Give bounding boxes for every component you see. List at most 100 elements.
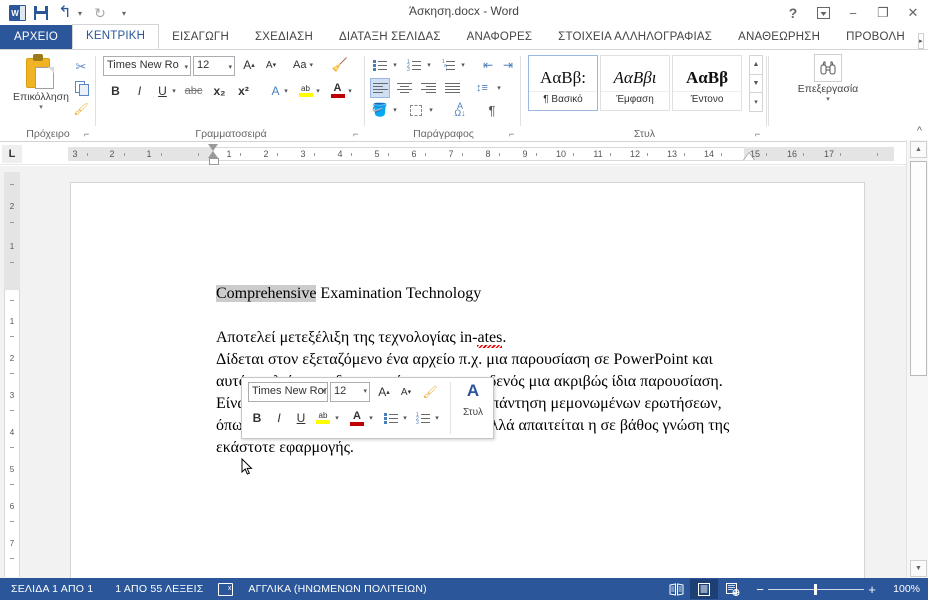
tab-references[interactable]: ΑΝΑΦΟΡΕΣ (454, 25, 546, 49)
mini-numbering-dropdown-icon[interactable]: ▾ (432, 408, 442, 428)
undo-dropdown-icon[interactable]: ▾ (78, 9, 87, 18)
paste-dropdown-icon[interactable]: ▾ (39, 104, 43, 111)
italic-button[interactable]: I (129, 80, 150, 101)
close-icon[interactable]: ✕ (898, 1, 928, 25)
mini-underline-button[interactable]: U (292, 408, 310, 428)
mini-highlight-button[interactable]: ab (314, 408, 332, 428)
mini-font-color-button[interactable]: A (348, 408, 366, 428)
editing-dropdown-icon[interactable]: ▾ (826, 96, 830, 103)
selected-word[interactable]: Comprehensive (216, 285, 317, 302)
shading-dropdown-icon[interactable]: ▾ (390, 100, 400, 120)
mini-font-size-combobox[interactable]: 12 ▾ (330, 382, 370, 402)
zoom-out-button[interactable]: − (752, 582, 768, 597)
paste-button[interactable]: Επικόλληση ▾ (10, 54, 72, 111)
tab-page-layout[interactable]: ΔΙΑΤΑΞΗ ΣΕΛΙΔΑΣ (326, 25, 454, 49)
customize-qat-icon[interactable]: ▾ (113, 3, 135, 23)
cut-button[interactable]: ✂ (70, 56, 92, 77)
shrink-font-button[interactable]: A ▾ (261, 55, 281, 75)
mini-font-name-chevron-down-icon[interactable]: ▾ (321, 387, 325, 395)
mini-highlight-dropdown-icon[interactable]: ▾ (332, 408, 342, 428)
clipboard-dialog-launcher-icon[interactable]: ⌐ (84, 129, 94, 139)
scroll-down-icon[interactable]: ▼ (910, 560, 927, 577)
page-indicator[interactable]: ΣΕΛΙΔΑ 1 ΑΠΟ 1 (0, 583, 104, 595)
align-left-button[interactable] (370, 78, 390, 98)
font-dialog-launcher-icon[interactable]: ⌐ (353, 129, 363, 139)
mini-font-name-combobox[interactable]: Times New Rom ▾ (248, 382, 328, 402)
strikethrough-button[interactable]: abc (183, 80, 204, 101)
styles-dialog-launcher-icon[interactable]: ⌐ (755, 129, 765, 139)
word-count[interactable]: 1 ΑΠΟ 55 ΛΕΞΕΙΣ (104, 583, 214, 595)
language-indicator[interactable]: ΑΓΓΛΙΚΑ (ΗΝΩΜΕΝΩΝ ΠΟΛΙΤΕΙΩΝ) (237, 583, 437, 595)
sort-button[interactable]: A Ω↓ (450, 100, 470, 120)
redo-icon[interactable]: ↻ (89, 3, 111, 23)
ribbon-display-options-icon[interactable] (808, 1, 838, 25)
bullets-button[interactable] (370, 55, 390, 75)
zoom-level[interactable]: 100% (880, 583, 920, 595)
restore-icon[interactable]: ❐ (868, 1, 898, 25)
mini-grow-font-button[interactable]: A ▴ (374, 382, 394, 402)
tab-mailings[interactable]: ΣΤΟΙΧΕΙΑ ΑΛΛΗΛΟΓΡΑΦΙΑΣ (545, 25, 725, 49)
clear-formatting-button[interactable]: 🧹 (329, 55, 351, 75)
font-size-chevron-down-icon[interactable]: ▾ (228, 63, 232, 71)
minimize-icon[interactable]: − (838, 1, 868, 25)
paragraph-line[interactable]: Αποτελεί μετεξέλιξη της τεχνολογίας in-a… (216, 327, 816, 349)
help-icon[interactable]: ? (778, 1, 808, 25)
superscript-button[interactable]: x² (233, 80, 254, 101)
mini-font-size-chevron-down-icon[interactable]: ▾ (363, 387, 367, 395)
tab-stop-selector[interactable]: L (2, 145, 22, 163)
zoom-slider-thumb[interactable] (814, 583, 817, 595)
vertical-scrollbar[interactable]: ▲ ▼ (906, 140, 928, 578)
line-spacing-dropdown-icon[interactable]: ▾ (494, 78, 504, 98)
save-icon[interactable] (30, 3, 52, 23)
proofing-errors-icon[interactable]: x (218, 582, 234, 596)
mini-format-painter-button[interactable]: 🖌 (420, 382, 440, 402)
styles-scroll-down-icon[interactable]: ▼ (749, 73, 763, 94)
tab-home[interactable]: ΚΕΝΤΡΙΚΗ (72, 24, 160, 49)
tab-insert[interactable]: ΕΙΣΑΓΩΓΗ (159, 25, 242, 49)
mini-toolbar[interactable]: Times New Rom ▾ 12 ▾ A ▴ A ▾ 🖌 B I U ab ▾ (241, 377, 494, 439)
view-web-layout-button[interactable] (718, 579, 746, 599)
bold-button[interactable]: B (105, 80, 126, 101)
text-effects-dropdown-icon[interactable]: ▾ (281, 80, 291, 101)
document-canvas[interactable]: Comprehensive Examination Technology Απο… (0, 166, 906, 578)
style-normal[interactable]: ΑαΒβ: ¶ Βασικό (528, 55, 598, 111)
scroll-up-icon[interactable]: ▲ (910, 141, 927, 158)
paragraph-dialog-launcher-icon[interactable]: ⌐ (509, 129, 519, 139)
font-name-combobox[interactable]: Times New Ro ▾ (103, 56, 191, 76)
tab-design[interactable]: ΣΧΕΔΙΑΣΗ (242, 25, 326, 49)
underline-dropdown-icon[interactable]: ▾ (169, 80, 179, 101)
mini-bold-button[interactable]: B (248, 408, 266, 428)
view-read-mode-button[interactable] (662, 579, 690, 599)
mini-font-color-dropdown-icon[interactable]: ▾ (366, 408, 376, 428)
style-emphasis[interactable]: ΑαΒβι Έμφαση (600, 55, 670, 111)
line-spacing-button[interactable]: ↕≡ (472, 78, 492, 98)
styles-scroll-up-icon[interactable]: ▲ (749, 55, 763, 75)
horizontal-ruler[interactable]: L 3 2 1 1 2 3 4 5 6 7 8 9 10 11 12 13 14… (0, 143, 906, 165)
document-heading[interactable]: Comprehensive Examination Technology (216, 283, 816, 305)
tab-view[interactable]: ΠΡΟΒΟΛΗ (833, 25, 918, 49)
numbering-dropdown-icon[interactable]: ▾ (424, 55, 434, 75)
vertical-ruler[interactable]: 2 1 1 2 3 4 5 6 7 (4, 172, 20, 577)
mini-numbering-button[interactable]: 123 (414, 408, 432, 428)
mini-styles-button[interactable]: A Στυλ (456, 381, 490, 418)
grow-font-button[interactable]: A ▴ (239, 55, 259, 75)
mini-bullets-button[interactable] (382, 408, 400, 428)
justify-button[interactable] (442, 78, 462, 98)
highlight-dropdown-icon[interactable]: ▾ (313, 80, 323, 101)
borders-dropdown-icon[interactable]: ▾ (426, 100, 436, 120)
style-strong[interactable]: ΑαΒβ Έντονο (672, 55, 742, 111)
tab-file[interactable]: ΑΡΧΕΙΟ (0, 25, 73, 49)
collapse-ribbon-icon[interactable]: ^ (917, 125, 922, 137)
show-formatting-marks-button[interactable]: ¶ (482, 100, 502, 120)
font-size-combobox[interactable]: 12 ▾ (193, 56, 235, 76)
mini-bullets-dropdown-icon[interactable]: ▾ (400, 408, 410, 428)
borders-button[interactable] (406, 100, 426, 120)
view-print-layout-button[interactable] (690, 579, 718, 599)
multilevel-list-button[interactable]: 1ai (438, 55, 458, 75)
tab-overflow-icon[interactable]: ▸ (917, 33, 924, 49)
scrollbar-thumb[interactable] (910, 161, 927, 376)
left-indent-marker-icon[interactable] (209, 158, 219, 165)
bullets-dropdown-icon[interactable]: ▾ (390, 55, 400, 75)
shading-button[interactable]: 🪣 (370, 100, 390, 120)
increase-indent-button[interactable]: ⇥ (498, 55, 518, 75)
